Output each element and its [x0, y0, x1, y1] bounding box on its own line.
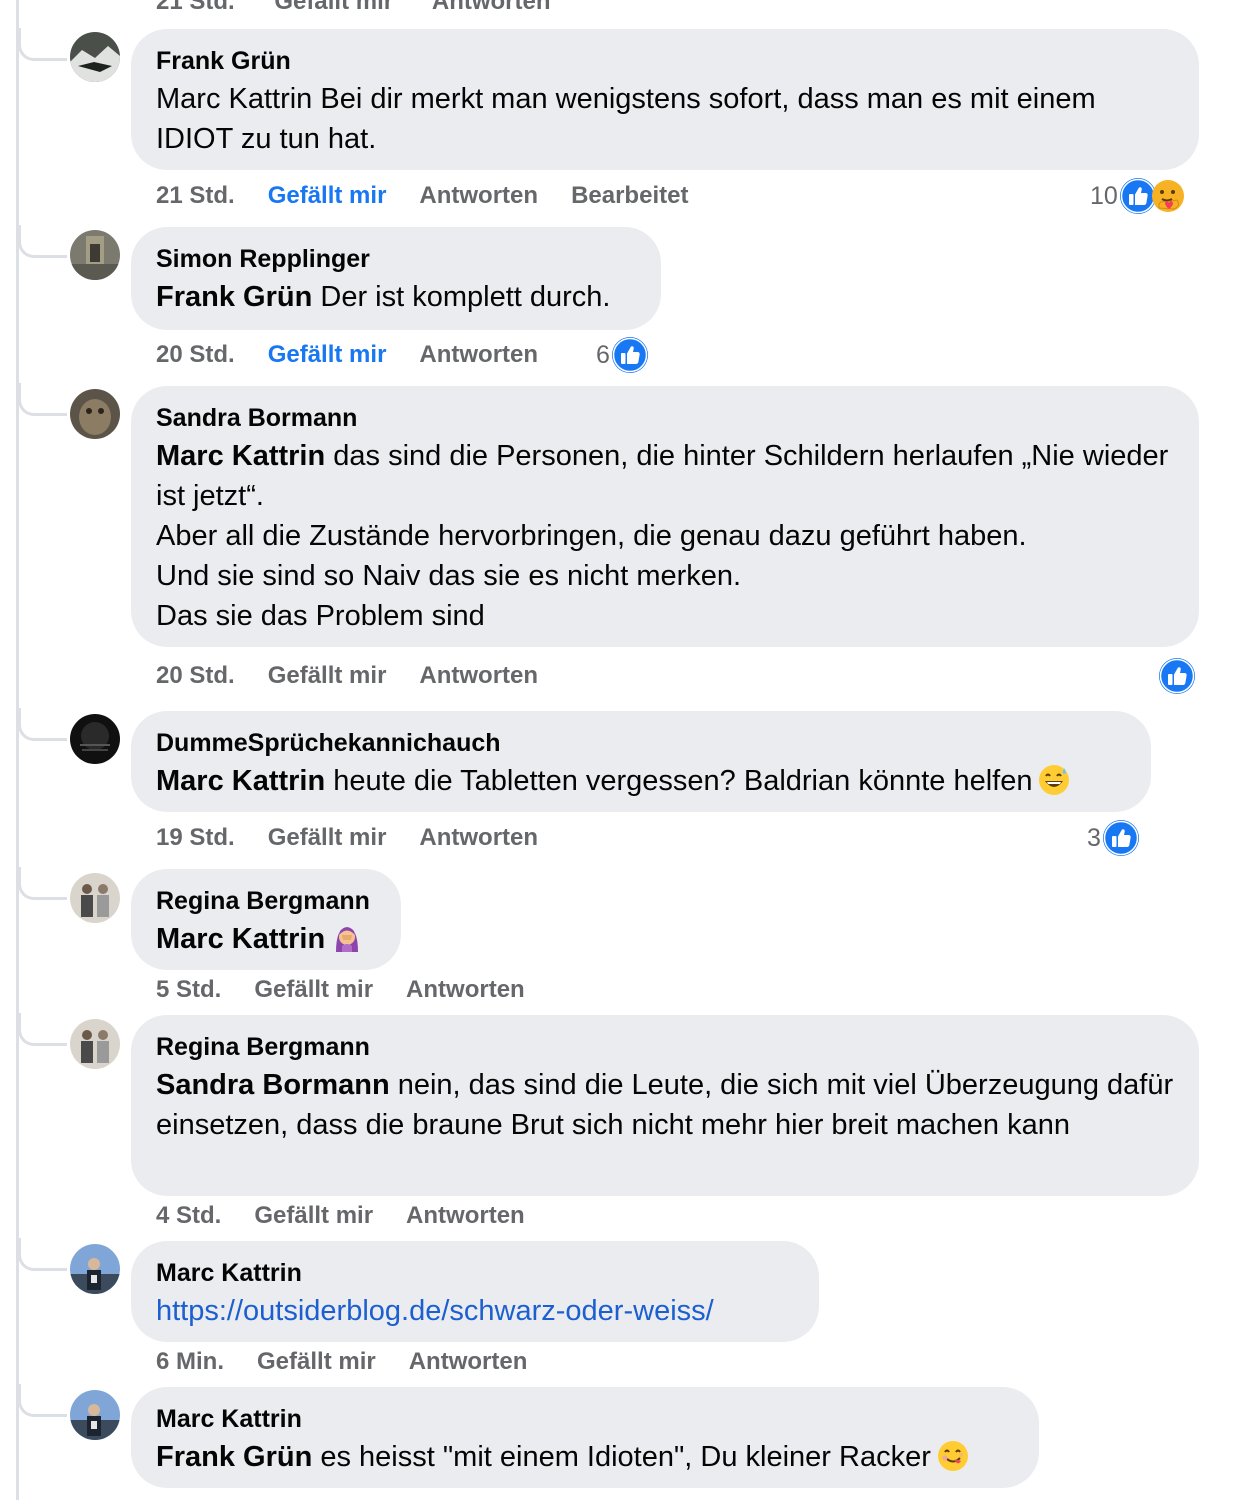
comment-time[interactable]: 21 Std.: [156, 182, 235, 210]
comment-time[interactable]: 4 Std.: [156, 1202, 221, 1230]
comment-bubble: DummeSprüchekannichauch Marc Kattrin heu…: [131, 711, 1151, 812]
thread-branch: [18, 1013, 67, 1046]
comment-time[interactable]: 20 Std.: [156, 341, 235, 369]
comment-actions: 21 Std. Gefällt mir Antworten Bearbeitet: [156, 179, 721, 213]
comment-author[interactable]: Sandra Bormann: [156, 402, 1174, 434]
comment-author[interactable]: Marc Kattrin: [156, 1257, 794, 1289]
reply-button[interactable]: Antworten: [419, 341, 538, 369]
mention[interactable]: Marc Kattrin: [156, 440, 325, 472]
like-button[interactable]: Gefällt mir: [268, 824, 387, 852]
like-reaction-icon: [1102, 820, 1139, 856]
reactions[interactable]: 6: [596, 335, 648, 375]
comment-bubble: Marc Kattrin Frank Grün es heisst "mit e…: [131, 1387, 1039, 1488]
avatar[interactable]: [70, 230, 120, 280]
comment-author[interactable]: Marc Kattrin: [156, 1403, 1014, 1435]
reply-button[interactable]: Antworten: [419, 182, 538, 210]
thread-branch: [18, 708, 67, 741]
thread-branch: [18, 1238, 67, 1271]
comment-actions: 4 Std. Gefällt mir Antworten: [156, 1199, 558, 1233]
reaction-count: 3: [1087, 823, 1101, 852]
mention[interactable]: Marc Kattrin: [156, 765, 325, 797]
avatar[interactable]: [70, 389, 120, 439]
reply-button[interactable]: Antworten: [409, 1348, 528, 1376]
like-button[interactable]: Gefällt mir: [268, 341, 387, 369]
grinning-sweat-emoji-icon: [1039, 765, 1070, 795]
comment-text: Frank Grün Der ist komplett durch.: [156, 281, 611, 313]
yum-face-emoji-icon: [937, 1441, 968, 1471]
comment-bubble: Regina Bergmann Marc Kattrin: [131, 869, 401, 970]
woman-facepalming-emoji-icon: [336, 927, 359, 952]
like-button[interactable]: Gefällt mir: [274, 0, 393, 15]
comment-time[interactable]: 5 Std.: [156, 976, 221, 1004]
comment-author[interactable]: DummeSprüchekannichauch: [156, 727, 1126, 759]
comment-time: 21 Std.: [156, 0, 235, 15]
reply-button[interactable]: Antworten: [406, 976, 525, 1004]
like-button[interactable]: Gefällt mir: [268, 662, 387, 690]
comment-author[interactable]: Frank Grün: [156, 45, 1174, 77]
mention[interactable]: Frank Grün: [156, 1441, 312, 1473]
comment-text: Sandra Bormann nein, das sind die Leute,…: [156, 1069, 1174, 1141]
reaction-count: 10: [1090, 181, 1118, 210]
mention[interactable]: Frank Grün: [156, 281, 312, 313]
reaction-count: 6: [596, 340, 610, 369]
reactions[interactable]: 3: [1087, 818, 1139, 858]
avatar[interactable]: [70, 32, 120, 82]
comment-bubble: Frank Grün Marc Kattrin Bei dir merkt ma…: [131, 29, 1199, 170]
like-button[interactable]: Gefällt mir: [268, 182, 387, 210]
comment-bubble: Regina Bergmann Sandra Bormann nein, das…: [131, 1015, 1199, 1196]
comment-actions: 20 Std. Gefällt mir Antworten: [156, 338, 571, 372]
like-reaction-icon: [611, 337, 648, 373]
edited-label: Bearbeitet: [571, 182, 689, 209]
like-button[interactable]: Gefällt mir: [254, 1202, 373, 1230]
comment-text: Marc Kattrin heute die Tabletten vergess…: [156, 761, 1126, 801]
reactions[interactable]: [1159, 656, 1195, 696]
comment-text: Marc Kattrin Bei dir merkt man wenigsten…: [156, 83, 1096, 155]
reply-button[interactable]: Antworten: [406, 1202, 525, 1230]
comment-text: Frank Grün es heisst "mit einem Idioten"…: [156, 1437, 1014, 1477]
mention[interactable]: Sandra Bormann: [156, 1069, 390, 1101]
reply-button[interactable]: Antworten: [432, 0, 551, 15]
reply-button[interactable]: Antworten: [419, 824, 538, 852]
thread-branch: [18, 867, 67, 900]
comment-bubble: Sandra Bormann Marc Kattrin das sind die…: [131, 386, 1199, 647]
avatar[interactable]: [70, 1019, 120, 1069]
comment-author[interactable]: Simon Repplinger: [156, 243, 636, 275]
comment-time[interactable]: 6 Min.: [156, 1348, 224, 1376]
like-reaction-icon: [1159, 658, 1195, 694]
avatar[interactable]: [70, 1390, 120, 1440]
reactions[interactable]: 10: [1090, 176, 1186, 216]
comment-link[interactable]: https://outsiderblog.de/schwarz-oder-wei…: [156, 1295, 714, 1327]
thread-branch: [18, 225, 67, 258]
comment-time[interactable]: 19 Std.: [156, 824, 235, 852]
like-button[interactable]: Gefällt mir: [257, 1348, 376, 1376]
comment-author[interactable]: Regina Bergmann: [156, 885, 376, 917]
reply-button[interactable]: Antworten: [419, 662, 538, 690]
comment-actions: 5 Std. Gefällt mir Antworten: [156, 973, 558, 1007]
thread-branch: [18, 383, 67, 416]
comment-text: Marc Kattrin: [156, 919, 376, 959]
comment-text: Marc Kattrin das sind die Personen, die …: [156, 440, 1169, 632]
avatar[interactable]: [70, 1244, 120, 1294]
care-reaction-icon: [1151, 180, 1184, 212]
comment-actions: 6 Min. Gefällt mir Antworten: [156, 1345, 560, 1379]
comment-actions: 20 Std. Gefällt mir Antworten: [156, 659, 571, 693]
comment-bubble: Marc Kattrin https://outsiderblog.de/sch…: [131, 1241, 819, 1342]
comment-actions: 19 Std. Gefällt mir Antworten: [156, 821, 571, 855]
comment-bubble: Simon Repplinger Frank Grün Der ist komp…: [131, 227, 661, 330]
thread-branch: [18, 28, 67, 61]
comment-time[interactable]: 20 Std.: [156, 662, 235, 690]
previous-comment-meta: 21 Std. Gefällt mir Antworten: [156, 0, 584, 16]
avatar[interactable]: [70, 714, 120, 764]
like-button[interactable]: Gefällt mir: [254, 976, 373, 1004]
avatar[interactable]: [70, 873, 120, 923]
mention[interactable]: Marc Kattrin: [156, 923, 325, 955]
comment-text: https://outsiderblog.de/schwarz-oder-wei…: [156, 1291, 794, 1331]
comment-author[interactable]: Regina Bergmann: [156, 1031, 1174, 1063]
thread-branch: [18, 1384, 67, 1417]
